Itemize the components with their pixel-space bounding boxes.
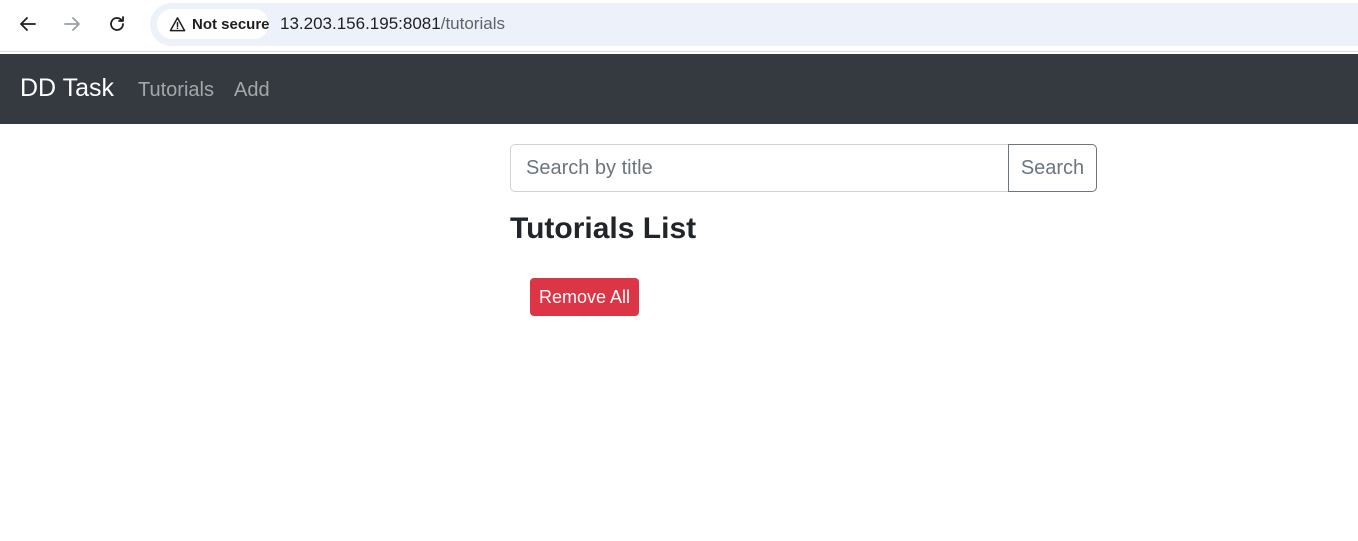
page-title: Tutorials List bbox=[510, 212, 697, 245]
search-button[interactable]: Search bbox=[1008, 144, 1097, 192]
address-bar[interactable]: Not secure 13.203.156.195:8081/tutorials bbox=[150, 3, 1358, 46]
nav-link-tutorials[interactable]: Tutorials bbox=[138, 79, 214, 102]
reload-icon bbox=[110, 16, 124, 31]
brand-link[interactable]: DD Task bbox=[20, 74, 114, 103]
arrow-left-icon bbox=[20, 17, 36, 31]
url-host: 13.203.156.195:8081 bbox=[280, 14, 441, 33]
warning-triangle-icon bbox=[169, 16, 186, 31]
search-group: Search bbox=[510, 144, 1097, 192]
app-navbar: DD Task Tutorials Add bbox=[0, 54, 1358, 124]
url-path: /tutorials bbox=[440, 14, 505, 33]
nav-link-add[interactable]: Add bbox=[234, 79, 270, 102]
security-label: Not secure bbox=[192, 15, 270, 33]
security-chip[interactable]: Not secure bbox=[157, 9, 270, 39]
url-text[interactable]: 13.203.156.195:8081/tutorials bbox=[280, 14, 505, 34]
arrow-right-icon bbox=[64, 17, 80, 31]
browser-toolbar: Not secure 13.203.156.195:8081/tutorials bbox=[0, 0, 1358, 52]
back-button[interactable] bbox=[12, 8, 44, 40]
remove-all-button[interactable]: Remove All bbox=[530, 278, 639, 316]
reload-button[interactable] bbox=[101, 8, 133, 40]
forward-button[interactable] bbox=[56, 8, 88, 40]
search-input[interactable] bbox=[510, 144, 1008, 192]
